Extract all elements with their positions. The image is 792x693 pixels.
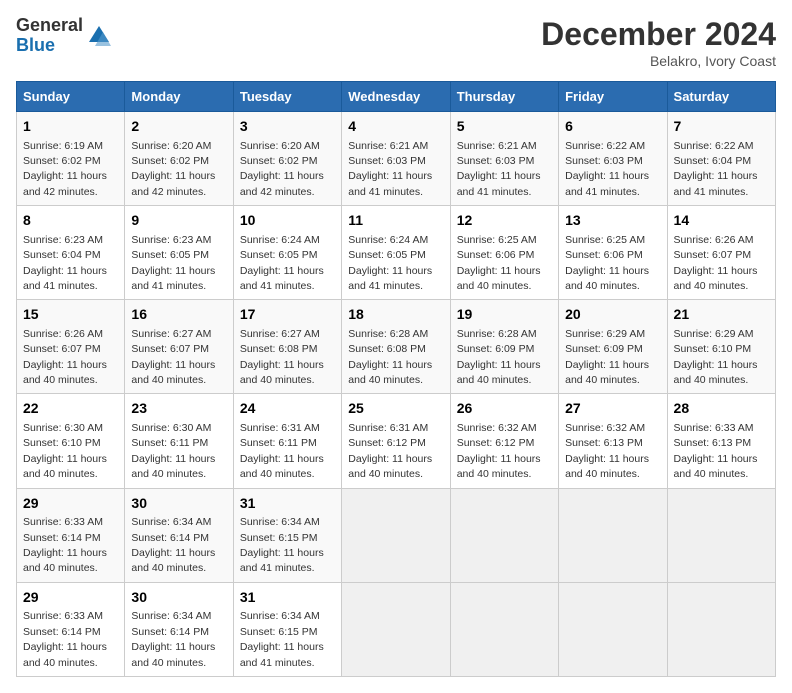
calendar-cell: 16Sunrise: 6:27 AMSunset: 6:07 PMDayligh… [125, 300, 233, 394]
location: Belakro, Ivory Coast [541, 53, 776, 69]
calendar-cell: 5Sunrise: 6:21 AMSunset: 6:03 PMDaylight… [450, 112, 558, 206]
calendar-cell: 14Sunrise: 6:26 AMSunset: 6:07 PMDayligh… [667, 206, 775, 300]
calendar-cell [342, 582, 450, 676]
calendar-week-3: 22Sunrise: 6:30 AMSunset: 6:10 PMDayligh… [17, 394, 776, 488]
calendar-cell: 9Sunrise: 6:23 AMSunset: 6:05 PMDaylight… [125, 206, 233, 300]
calendar-cell: 11Sunrise: 6:24 AMSunset: 6:05 PMDayligh… [342, 206, 450, 300]
calendar-cell [559, 582, 667, 676]
calendar-cell: 20Sunrise: 6:29 AMSunset: 6:09 PMDayligh… [559, 300, 667, 394]
calendar-cell: 2Sunrise: 6:20 AMSunset: 6:02 PMDaylight… [125, 112, 233, 206]
calendar-cell: 19Sunrise: 6:28 AMSunset: 6:09 PMDayligh… [450, 300, 558, 394]
calendar-cell: 3Sunrise: 6:20 AMSunset: 6:02 PMDaylight… [233, 112, 341, 206]
month-title: December 2024 [541, 16, 776, 53]
calendar-week-4: 29Sunrise: 6:33 AMSunset: 6:14 PMDayligh… [17, 488, 776, 582]
calendar-cell: 31Sunrise: 6:34 AMSunset: 6:15 PMDayligh… [233, 488, 341, 582]
calendar-cell: 10Sunrise: 6:24 AMSunset: 6:05 PMDayligh… [233, 206, 341, 300]
calendar-cell: 12Sunrise: 6:25 AMSunset: 6:06 PMDayligh… [450, 206, 558, 300]
calendar-cell: 24Sunrise: 6:31 AMSunset: 6:11 PMDayligh… [233, 394, 341, 488]
calendar-cell: 29Sunrise: 6:33 AMSunset: 6:14 PMDayligh… [17, 488, 125, 582]
calendar-cell [450, 582, 558, 676]
calendar-cell: 15Sunrise: 6:26 AMSunset: 6:07 PMDayligh… [17, 300, 125, 394]
page-header: General Blue December 2024 Belakro, Ivor… [16, 16, 776, 69]
header-thursday: Thursday [450, 82, 558, 112]
logo-icon [85, 22, 113, 50]
calendar-header-row: SundayMondayTuesdayWednesdayThursdayFrid… [17, 82, 776, 112]
calendar-table: SundayMondayTuesdayWednesdayThursdayFrid… [16, 81, 776, 677]
calendar-cell: 30Sunrise: 6:34 AMSunset: 6:14 PMDayligh… [125, 582, 233, 676]
calendar-week-0: 1Sunrise: 6:19 AMSunset: 6:02 PMDaylight… [17, 112, 776, 206]
calendar-week-2: 15Sunrise: 6:26 AMSunset: 6:07 PMDayligh… [17, 300, 776, 394]
calendar-cell: 13Sunrise: 6:25 AMSunset: 6:06 PMDayligh… [559, 206, 667, 300]
logo-line1: General [16, 16, 83, 36]
calendar-cell [450, 488, 558, 582]
calendar-cell [342, 488, 450, 582]
calendar-cell: 29Sunrise: 6:33 AMSunset: 6:14 PMDayligh… [17, 582, 125, 676]
header-wednesday: Wednesday [342, 82, 450, 112]
logo: General Blue [16, 16, 113, 56]
calendar-cell: 28Sunrise: 6:33 AMSunset: 6:13 PMDayligh… [667, 394, 775, 488]
calendar-cell: 30Sunrise: 6:34 AMSunset: 6:14 PMDayligh… [125, 488, 233, 582]
logo-line2: Blue [16, 36, 83, 56]
calendar-cell: 27Sunrise: 6:32 AMSunset: 6:13 PMDayligh… [559, 394, 667, 488]
calendar-cell: 7Sunrise: 6:22 AMSunset: 6:04 PMDaylight… [667, 112, 775, 206]
calendar-cell: 21Sunrise: 6:29 AMSunset: 6:10 PMDayligh… [667, 300, 775, 394]
calendar-cell: 18Sunrise: 6:28 AMSunset: 6:08 PMDayligh… [342, 300, 450, 394]
calendar-cell: 8Sunrise: 6:23 AMSunset: 6:04 PMDaylight… [17, 206, 125, 300]
calendar-cell [667, 488, 775, 582]
calendar-cell [559, 488, 667, 582]
calendar-cell: 31Sunrise: 6:34 AMSunset: 6:15 PMDayligh… [233, 582, 341, 676]
calendar-cell: 17Sunrise: 6:27 AMSunset: 6:08 PMDayligh… [233, 300, 341, 394]
calendar-cell: 4Sunrise: 6:21 AMSunset: 6:03 PMDaylight… [342, 112, 450, 206]
header-friday: Friday [559, 82, 667, 112]
calendar-week-1: 8Sunrise: 6:23 AMSunset: 6:04 PMDaylight… [17, 206, 776, 300]
logo-text: General Blue [16, 16, 83, 56]
calendar-cell: 26Sunrise: 6:32 AMSunset: 6:12 PMDayligh… [450, 394, 558, 488]
header-saturday: Saturday [667, 82, 775, 112]
calendar-cell [667, 582, 775, 676]
header-sunday: Sunday [17, 82, 125, 112]
header-tuesday: Tuesday [233, 82, 341, 112]
calendar-week-5: 29Sunrise: 6:33 AMSunset: 6:14 PMDayligh… [17, 582, 776, 676]
calendar-cell: 23Sunrise: 6:30 AMSunset: 6:11 PMDayligh… [125, 394, 233, 488]
calendar-cell: 22Sunrise: 6:30 AMSunset: 6:10 PMDayligh… [17, 394, 125, 488]
calendar-cell: 1Sunrise: 6:19 AMSunset: 6:02 PMDaylight… [17, 112, 125, 206]
calendar-cell: 6Sunrise: 6:22 AMSunset: 6:03 PMDaylight… [559, 112, 667, 206]
title-block: December 2024 Belakro, Ivory Coast [541, 16, 776, 69]
calendar-cell: 25Sunrise: 6:31 AMSunset: 6:12 PMDayligh… [342, 394, 450, 488]
header-monday: Monday [125, 82, 233, 112]
